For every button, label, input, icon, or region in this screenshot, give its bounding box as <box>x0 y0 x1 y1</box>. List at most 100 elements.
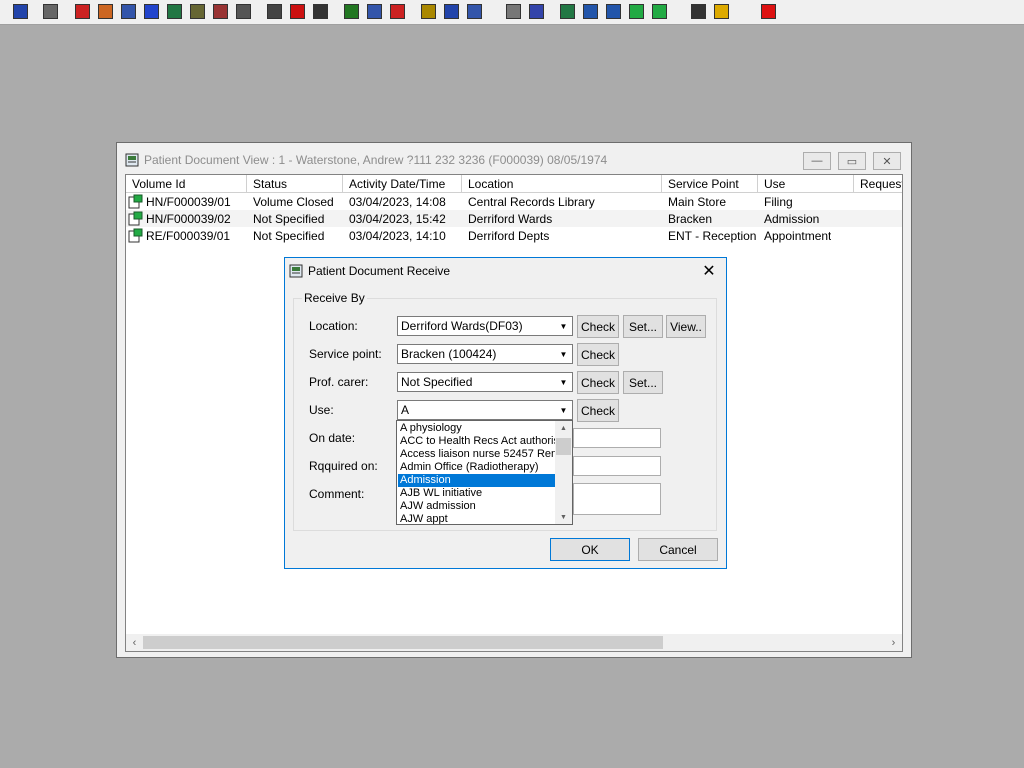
scroll-left-icon[interactable]: ‹ <box>126 634 143 651</box>
prof-carer-combo[interactable]: Not Specified ▼ <box>397 372 573 392</box>
table-row[interactable]: HN/F000039/01 Volume Closed 03/04/2023, 14… <box>126 193 902 210</box>
column-header-location[interactable]: Location <box>462 175 662 193</box>
bus-icon[interactable] <box>441 1 461 21</box>
table-cell: ENT - Reception <box>668 229 757 243</box>
bar-chart-icon[interactable] <box>526 1 546 21</box>
prof-carer-set-button[interactable]: Set... <box>623 371 663 394</box>
user-icon[interactable] <box>10 1 30 21</box>
dropdown-scrollbar[interactable]: ▲ ▼ <box>555 421 572 524</box>
stop-icon[interactable] <box>387 1 407 21</box>
clock-icon[interactable] <box>287 1 307 21</box>
mail-check-icon[interactable] <box>603 1 623 21</box>
use-combo[interactable]: A ▼ <box>397 400 573 420</box>
window-title-text: Patient Document View : 1 - Waterstone, … <box>144 153 608 167</box>
table-cell: HN/F000039/01 <box>146 195 231 209</box>
book-icon-glyph <box>74 3 90 19</box>
service-point-combo[interactable]: Bracken (100424) ▼ <box>397 344 573 364</box>
table-row[interactable]: HN/F000039/02 Not Specified 03/04/2023, 15… <box>126 210 902 227</box>
column-header-status[interactable]: Status <box>247 175 343 193</box>
dropdown-option[interactable]: Access liaison nurse 52457 Rena <box>398 448 555 461</box>
required-on-field[interactable] <box>573 456 661 476</box>
document-edit-icon-glyph <box>97 3 113 19</box>
main-toolbar <box>0 0 1024 25</box>
column-header-requested[interactable]: Requeste <box>854 175 902 193</box>
book-icon[interactable] <box>72 1 92 21</box>
scroll-down-icon[interactable]: ▼ <box>555 510 572 524</box>
dropdown-option[interactable]: ACC to Health Recs Act authoris <box>398 435 555 448</box>
prof-carer-check-button[interactable]: Check <box>577 371 619 394</box>
location-set-button[interactable]: Set... <box>623 315 663 338</box>
dropdown-option[interactable]: AJW admission <box>398 500 555 513</box>
chart-icon-glyph <box>343 3 359 19</box>
service-point-check-button[interactable]: Check <box>577 343 619 366</box>
ok-button[interactable]: OK <box>550 538 630 561</box>
mail-refresh-icon[interactable] <box>649 1 669 21</box>
dialog-close-button[interactable]: ✕ <box>698 261 720 281</box>
horizontal-scrollbar[interactable]: ‹ › <box>126 634 902 651</box>
app-icon <box>125 153 139 167</box>
chart-icon[interactable] <box>341 1 361 21</box>
mail-icon[interactable] <box>580 1 600 21</box>
comment-label: Comment: <box>309 487 365 501</box>
search-doc-icon[interactable] <box>118 1 138 21</box>
blank-doc-icon[interactable] <box>503 1 523 21</box>
on-date-field[interactable] <box>573 428 661 448</box>
warning-icon[interactable] <box>711 1 731 21</box>
note-icon[interactable] <box>187 1 207 21</box>
dropdown-option[interactable]: A physiology <box>398 422 555 435</box>
use-check-button[interactable]: Check <box>577 399 619 422</box>
scroll-right-icon[interactable]: › <box>885 634 902 651</box>
message-icon[interactable] <box>364 1 384 21</box>
printer-icon[interactable] <box>40 1 60 21</box>
person-icon[interactable] <box>164 1 184 21</box>
column-header-activity-date[interactable]: Activity Date/Time <box>343 175 462 193</box>
envelope-search-icon[interactable] <box>264 1 284 21</box>
on-date-label: On date: <box>309 431 356 445</box>
chevron-down-icon[interactable]: ▼ <box>555 345 572 363</box>
m-icon[interactable] <box>141 1 161 21</box>
location-label: Location: <box>309 319 358 333</box>
flag-alt-icon[interactable] <box>233 1 253 21</box>
receive-by-label: Receive By <box>302 291 367 305</box>
search-doc-icon-glyph <box>120 3 136 19</box>
flag-alt-icon-glyph <box>235 3 251 19</box>
exit-icon[interactable] <box>758 1 778 21</box>
document-edit-icon[interactable] <box>95 1 115 21</box>
chevron-down-icon[interactable]: ▼ <box>555 373 572 391</box>
table-cell: Bracken <box>668 212 713 226</box>
dropdown-option[interactable]: Admin Office (Radiotherapy) <box>398 461 555 474</box>
dropdown-option[interactable]: Admission <box>398 474 555 487</box>
bar-chart-icon-glyph <box>528 3 544 19</box>
comment-field[interactable] <box>573 483 661 515</box>
column-header-service-point[interactable]: Service Point <box>662 175 758 193</box>
use-input[interactable]: A <box>401 403 409 417</box>
chevron-down-icon[interactable]: ▼ <box>555 401 572 419</box>
chevron-down-icon[interactable]: ▼ <box>555 317 572 335</box>
flag-icon[interactable] <box>210 1 230 21</box>
transfer-icon[interactable] <box>688 1 708 21</box>
cancel-button[interactable]: Cancel <box>638 538 718 561</box>
desk-icon[interactable] <box>464 1 484 21</box>
location-view-button[interactable]: View.. <box>666 315 706 338</box>
column-header-use[interactable]: Use <box>758 175 854 193</box>
use-dropdown-list[interactable]: A physiology ACC to Health Recs Act autho… <box>396 420 573 525</box>
restore-button[interactable]: ▭ <box>838 152 866 170</box>
minimize-button[interactable]: — <box>803 152 831 170</box>
dropdown-option[interactable]: AJW appt <box>398 513 555 524</box>
table-cell: 03/04/2023, 14:08 <box>349 195 446 209</box>
mail-green-icon[interactable] <box>626 1 646 21</box>
table-cell: Not Specified <box>253 212 325 226</box>
scroll-thumb[interactable] <box>143 636 663 649</box>
table-cell: RE/F000039/01 <box>146 229 231 243</box>
column-header-volume-id[interactable]: Volume Id <box>126 175 247 193</box>
table-row[interactable]: RE/F000039/01 Not Specified 03/04/2023, 14… <box>126 227 902 244</box>
close-window-button[interactable]: ✕ <box>873 152 901 170</box>
list-icon[interactable] <box>418 1 438 21</box>
dropdown-scroll-thumb[interactable] <box>556 438 571 455</box>
location-check-button[interactable]: Check <box>577 315 619 338</box>
globe-icon[interactable] <box>557 1 577 21</box>
dropdown-option[interactable]: AJB WL initiative <box>398 487 555 500</box>
scroll-up-icon[interactable]: ▲ <box>555 421 572 435</box>
location-combo[interactable]: Derriford Wards(DF03) ▼ <box>397 316 573 336</box>
monitor-icon[interactable] <box>310 1 330 21</box>
